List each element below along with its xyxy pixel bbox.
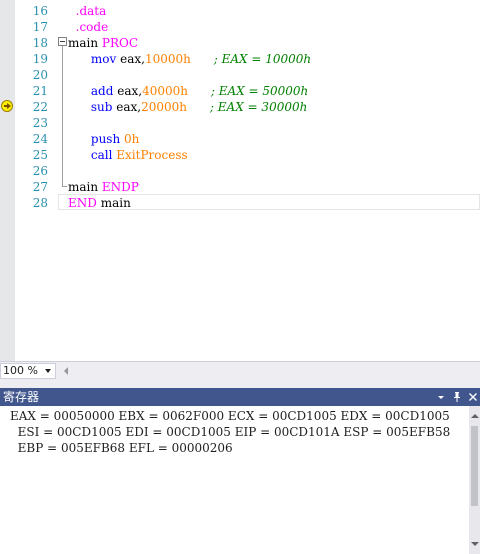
code-line[interactable]: 24 push 0h [0, 131, 480, 147]
code-token: eax, [112, 100, 142, 114]
code-token: call [90, 148, 113, 162]
code-token: ENDP [101, 180, 139, 194]
close-icon[interactable] [466, 389, 480, 405]
code-text: add eax,40000h ; EAX = 50000h [68, 83, 308, 99]
fold-guide-end [62, 186, 67, 187]
code-token: eax, [116, 52, 145, 66]
code-text: END main [68, 195, 131, 211]
code-line[interactable]: 27 main ENDP [0, 179, 480, 195]
line-number: 21 [32, 84, 48, 98]
code-text: main PROC [68, 35, 138, 51]
line-number: 20 [32, 68, 48, 82]
line-number: 25 [32, 148, 48, 162]
code-token: add [90, 84, 114, 98]
code-token: push [90, 132, 121, 146]
code-line[interactable]: 22 sub eax,20000h ; EAX = 30000h [0, 99, 480, 115]
register-line: ESI = 00CD1005 EDI = 00CD1005 EIP = 00CD… [10, 425, 451, 439]
code-line[interactable]: 18 main PROC [0, 35, 480, 51]
code-text: .data [68, 3, 107, 19]
code-line[interactable]: 17 .code [0, 19, 480, 35]
line-number: 16 [32, 4, 48, 18]
code-text: sub eax,20000h ; EAX = 30000h [68, 99, 307, 115]
zoom-dropdown[interactable]: 100 % [0, 363, 56, 379]
code-token: 20000h [141, 100, 188, 114]
panel-title: 寄存器 [3, 390, 40, 404]
chevron-down-icon[interactable] [434, 389, 448, 405]
scroll-left-icon[interactable] [64, 367, 68, 375]
line-number: 17 [32, 20, 48, 34]
code-token: .code [75, 20, 109, 34]
code-token: mov [90, 52, 117, 66]
code-text: main ENDP [68, 179, 139, 195]
chevron-down-icon [45, 369, 51, 373]
panel-splitter[interactable] [0, 380, 480, 388]
zoom-value: 100 % [3, 364, 38, 377]
code-token: ; EAX = 10000h [213, 52, 312, 66]
line-number: 22 [32, 100, 48, 114]
line-number: 18 [32, 36, 48, 50]
code-line[interactable]: 28 END main [0, 195, 480, 211]
scroll-down-icon[interactable] [471, 542, 479, 546]
current-statement-arrow-icon [1, 100, 13, 112]
code-token: .data [75, 4, 107, 18]
scroll-thumb[interactable] [471, 426, 478, 506]
code-token: eax, [113, 84, 143, 98]
line-number: 28 [32, 196, 48, 210]
editor-status-strip: 100 % [0, 361, 480, 380]
registers-content[interactable]: EAX = 00050000 EBX = 0062F000 ECX = 00CD… [0, 406, 480, 554]
code-token: 0h [124, 132, 140, 146]
code-line[interactable]: 21 add eax,40000h ; EAX = 50000h [0, 83, 480, 99]
line-number: 19 [32, 52, 48, 66]
code-token: main [96, 196, 131, 210]
register-line: EAX = 00050000 EBX = 0062F000 ECX = 00CD… [10, 409, 450, 423]
code-token: 40000h [142, 84, 188, 98]
code-line[interactable]: 23 [0, 115, 480, 131]
registers-scrollbar[interactable] [469, 406, 480, 554]
code-line[interactable]: 20 [0, 67, 480, 83]
code-token: ; EAX = 50000h [210, 84, 309, 98]
collapse-toggle-icon[interactable] [58, 37, 67, 46]
pin-icon[interactable] [450, 389, 464, 405]
fold-guide [62, 46, 63, 186]
line-number: 23 [32, 116, 48, 130]
code-text: call ExitProcess [68, 147, 188, 163]
code-token: 10000h [144, 52, 191, 66]
line-number: 24 [32, 132, 48, 146]
code-text: push 0h [68, 131, 140, 147]
code-text: .code [68, 19, 109, 35]
code-token: END [68, 196, 97, 210]
code-editor[interactable]: 16 .data 17 .code 18 main PROC 19 mov eax,10… [0, 0, 480, 361]
code-token: main [68, 36, 102, 50]
code-token: PROC [101, 36, 139, 50]
line-number: 27 [32, 180, 48, 194]
code-line[interactable]: 26 [0, 163, 480, 179]
code-token: sub [90, 100, 113, 114]
code-text: mov eax,10000h ; EAX = 10000h [68, 51, 311, 67]
code-line[interactable]: 19 mov eax,10000h ; EAX = 10000h [0, 51, 480, 67]
code-token: ; EAX = 30000h [209, 100, 308, 114]
registers-panel-titlebar[interactable]: 寄存器 [0, 388, 480, 406]
line-number: 26 [32, 164, 48, 178]
code-line[interactable]: 16 .data [0, 3, 480, 19]
register-line: EBP = 005EFB68 EFL = 00000206 [10, 441, 233, 455]
code-token: main [68, 180, 102, 194]
code-line[interactable]: 25 call ExitProcess [0, 147, 480, 163]
code-token: ExitProcess [116, 148, 188, 162]
scroll-up-icon[interactable] [471, 414, 479, 418]
